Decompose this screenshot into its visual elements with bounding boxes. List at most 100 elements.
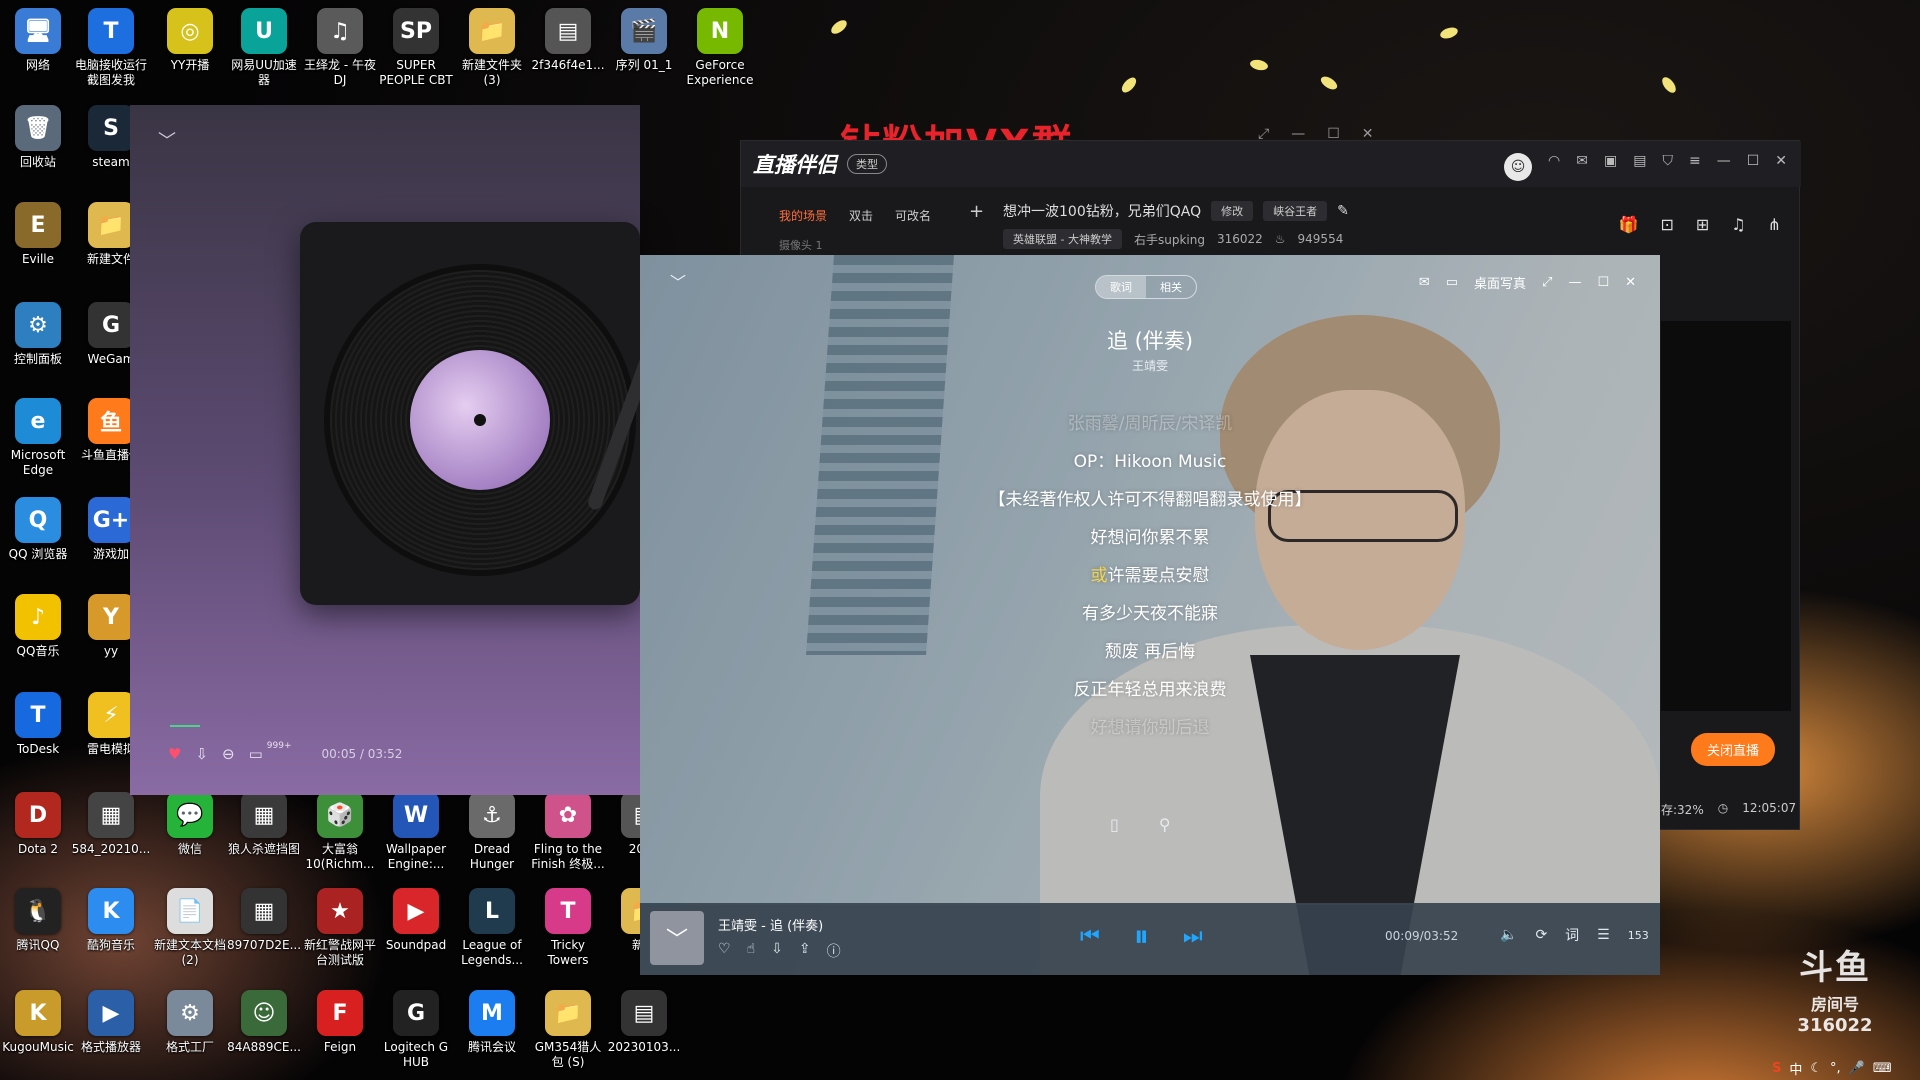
desktop-icon[interactable]: ★ 新红警战网平台测试版 bbox=[302, 888, 378, 970]
desktop-icon[interactable]: ▦ 89707D2E... bbox=[226, 888, 302, 970]
desktop-icon[interactable]: K KugouMusic bbox=[0, 990, 76, 1072]
sogou-ime-icon[interactable]: S bbox=[1772, 1061, 1781, 1076]
keyboard-icon[interactable]: ⌨ bbox=[1873, 1061, 1892, 1076]
desktop-icon[interactable]: F Feign bbox=[302, 990, 378, 1072]
share-icon[interactable]: ⇪ bbox=[799, 941, 811, 961]
more-icon[interactable]: ⊖ bbox=[222, 745, 235, 763]
sub-category[interactable]: 英雄联盟 - 大神教学 bbox=[1003, 229, 1122, 249]
lyrics-toggle[interactable]: 词 bbox=[1565, 925, 1579, 945]
desktop-icon[interactable]: U 网易UU加速器 bbox=[226, 8, 302, 90]
tab-double-click[interactable]: 双击 bbox=[849, 207, 873, 224]
mail-icon[interactable]: ✉ bbox=[1576, 153, 1588, 181]
edit-icon[interactable]: ✎ bbox=[1337, 203, 1349, 219]
close-icon[interactable]: ✕ bbox=[1775, 153, 1787, 181]
ime-language[interactable]: 中 bbox=[1789, 1059, 1802, 1078]
album-cover[interactable]: ﹀ bbox=[650, 911, 704, 965]
bell-icon[interactable]: ♫ bbox=[1731, 215, 1745, 234]
desktop-icon[interactable]: 📁 新建文件夹 (3) bbox=[454, 8, 530, 90]
tab-lyrics[interactable]: 歌词 bbox=[1096, 276, 1146, 298]
tab-my-scene[interactable]: 我的场景 bbox=[779, 207, 827, 224]
next-icon[interactable]: ⏭ bbox=[1183, 924, 1203, 949]
lyrics-panel[interactable]: 张雨馨/周昕辰/宋译凯 OP：Hikoon Music 【未经著作权人许可不得翻… bbox=[640, 405, 1660, 747]
desktop-icon[interactable]: 📄 新建文本文档 (2) bbox=[152, 888, 228, 970]
desktop-icon[interactable]: ▤ 20230103... bbox=[606, 990, 682, 1072]
lock-icon[interactable]: ⊡ bbox=[1660, 215, 1673, 234]
avatar[interactable]: ☺ bbox=[1504, 153, 1533, 181]
punctuation-icon[interactable]: °, bbox=[1830, 1061, 1841, 1076]
desktop-icon[interactable]: 🎬 序列 01_1 bbox=[606, 8, 682, 90]
music-player-back-window[interactable]: ﹀ ♥ ⇩ ⊖ ▭ 999+ 00:05 / 03:52 bbox=[130, 105, 668, 795]
info-icon[interactable]: ⓘ bbox=[827, 941, 841, 961]
mic-icon[interactable]: 🎤 bbox=[1849, 1061, 1865, 1076]
desktop-icon[interactable]: ☺ 84A889CE... bbox=[226, 990, 302, 1072]
desktop-icon[interactable]: e Microsoft Edge bbox=[0, 398, 76, 480]
close-icon[interactable]: ✕ bbox=[1625, 275, 1636, 290]
lyric-poster-icon[interactable]: ▯ bbox=[1110, 815, 1119, 834]
desktop-icon[interactable]: ⚙ 控制面板 bbox=[0, 302, 76, 384]
playlist-icon[interactable]: ☰ bbox=[1597, 927, 1610, 943]
desktop-icon[interactable]: SP SUPER PEOPLE CBT bbox=[378, 8, 454, 90]
type-selector[interactable]: 类型 bbox=[847, 154, 887, 174]
desktop-icon[interactable]: L League of Legends... bbox=[454, 888, 530, 970]
shirt-icon[interactable]: ⛉ bbox=[1662, 153, 1673, 181]
desktop-icon[interactable]: Q QQ 浏览器 bbox=[0, 497, 76, 579]
song-artist[interactable]: 王靖雯 bbox=[640, 357, 1660, 374]
desktop-icon[interactable]: T Tricky Towers bbox=[530, 888, 606, 970]
desktop-icon[interactable]: 📁 GM354猎人包 (S) bbox=[530, 990, 606, 1072]
desktop-icon[interactable]: ▶ Soundpad bbox=[378, 888, 454, 970]
desktop-icon[interactable]: ♪ QQ音乐 bbox=[0, 594, 76, 676]
desktop-icon[interactable]: 🐧 腾讯QQ bbox=[0, 888, 76, 970]
screen-icon[interactable]: ▤ bbox=[1633, 153, 1646, 181]
minimize-icon[interactable]: — bbox=[1717, 153, 1731, 181]
desktop-icon[interactable]: 💬 微信 bbox=[152, 792, 228, 874]
camera-source[interactable]: 摄像头 1 bbox=[779, 237, 823, 253]
heart-icon[interactable]: ♡ bbox=[718, 941, 731, 961]
playback-progress[interactable] bbox=[170, 725, 200, 727]
heart-icon[interactable]: ♥ bbox=[168, 745, 181, 763]
desktop-icon[interactable]: K 酷狗音乐 bbox=[73, 888, 149, 970]
volume-icon[interactable]: 🔈 bbox=[1500, 927, 1517, 943]
gift-icon[interactable]: 🎁 bbox=[1619, 215, 1639, 234]
minimize-icon[interactable]: — bbox=[1568, 275, 1581, 290]
maximize-icon[interactable]: ☐ bbox=[1747, 153, 1760, 181]
pause-icon[interactable]: ⏸ bbox=[1134, 919, 1149, 954]
desktop-icon[interactable]: ⚙ 格式工厂 bbox=[152, 990, 228, 1072]
layout-icon[interactable]: ⊞ bbox=[1696, 215, 1709, 234]
lyric-search-icon[interactable]: ⚲ bbox=[1159, 815, 1171, 834]
tab-related[interactable]: 相关 bbox=[1146, 276, 1196, 298]
desktop-icon[interactable]: W Wallpaper Engine:... bbox=[378, 792, 454, 874]
desktop-icon[interactable]: E Eville bbox=[0, 202, 76, 284]
add-scene-button[interactable]: + bbox=[969, 201, 984, 222]
share-icon[interactable]: ⋔ bbox=[1768, 215, 1781, 234]
fullscreen-icon[interactable]: ⤢ bbox=[1542, 275, 1552, 290]
desktop-icon[interactable]: 🎲 大富翁10(Richm... bbox=[302, 792, 378, 874]
collapse-chevron-icon[interactable]: ﹀ bbox=[670, 269, 686, 293]
desktop-icon[interactable]: T 电脑接收运行截图发我 bbox=[73, 8, 149, 90]
desktop-photo-toggle[interactable]: 桌面写真 bbox=[1474, 273, 1526, 292]
desktop-icon[interactable]: ▦ 狼人杀遮挡图 bbox=[226, 792, 302, 874]
menu-icon[interactable]: ≡ bbox=[1689, 153, 1701, 181]
desktop-icon[interactable]: ◎ YY开播 bbox=[152, 8, 228, 90]
comment-icon[interactable]: ▭ bbox=[249, 745, 263, 763]
download-icon[interactable]: ⇩ bbox=[771, 941, 783, 961]
desktop-lyric-icon[interactable]: ▭ bbox=[1446, 275, 1458, 290]
desktop-icon[interactable]: T ToDesk bbox=[0, 692, 76, 774]
desktop-icon[interactable]: ▦ 584_20210... bbox=[72, 792, 150, 874]
maximize-icon[interactable]: ☐ bbox=[1597, 275, 1609, 290]
desktop-icon[interactable]: G Logitech G HUB bbox=[378, 990, 454, 1072]
video-icon[interactable]: ▣ bbox=[1604, 153, 1617, 181]
collapse-chevron-icon[interactable]: ﹀ bbox=[158, 127, 176, 153]
desktop-icon[interactable]: D Dota 2 bbox=[0, 792, 76, 874]
moon-icon[interactable]: ☾ bbox=[1810, 1061, 1822, 1076]
desktop-icon[interactable]: ✿ Fling to the Finish 终极... bbox=[530, 792, 606, 874]
desktop-icon[interactable]: M 腾讯会议 bbox=[454, 990, 530, 1072]
desktop-icon[interactable]: ▶ 格式播放器 bbox=[73, 990, 149, 1072]
close-live-button[interactable]: 关闭直播 bbox=[1691, 733, 1776, 766]
desktop-icon[interactable]: ▤ 2f346f4e1... bbox=[530, 8, 606, 90]
mail-icon[interactable]: ✉ bbox=[1419, 275, 1430, 290]
loop-icon[interactable]: ⟳ bbox=[1535, 927, 1547, 943]
desktop-icon[interactable]: ⚓ Dread Hunger bbox=[454, 792, 530, 874]
download-icon[interactable]: ⇩ bbox=[195, 745, 208, 763]
previous-icon[interactable]: ⏮ bbox=[1080, 924, 1100, 949]
category-selector[interactable]: 峡谷王者 bbox=[1263, 201, 1328, 221]
